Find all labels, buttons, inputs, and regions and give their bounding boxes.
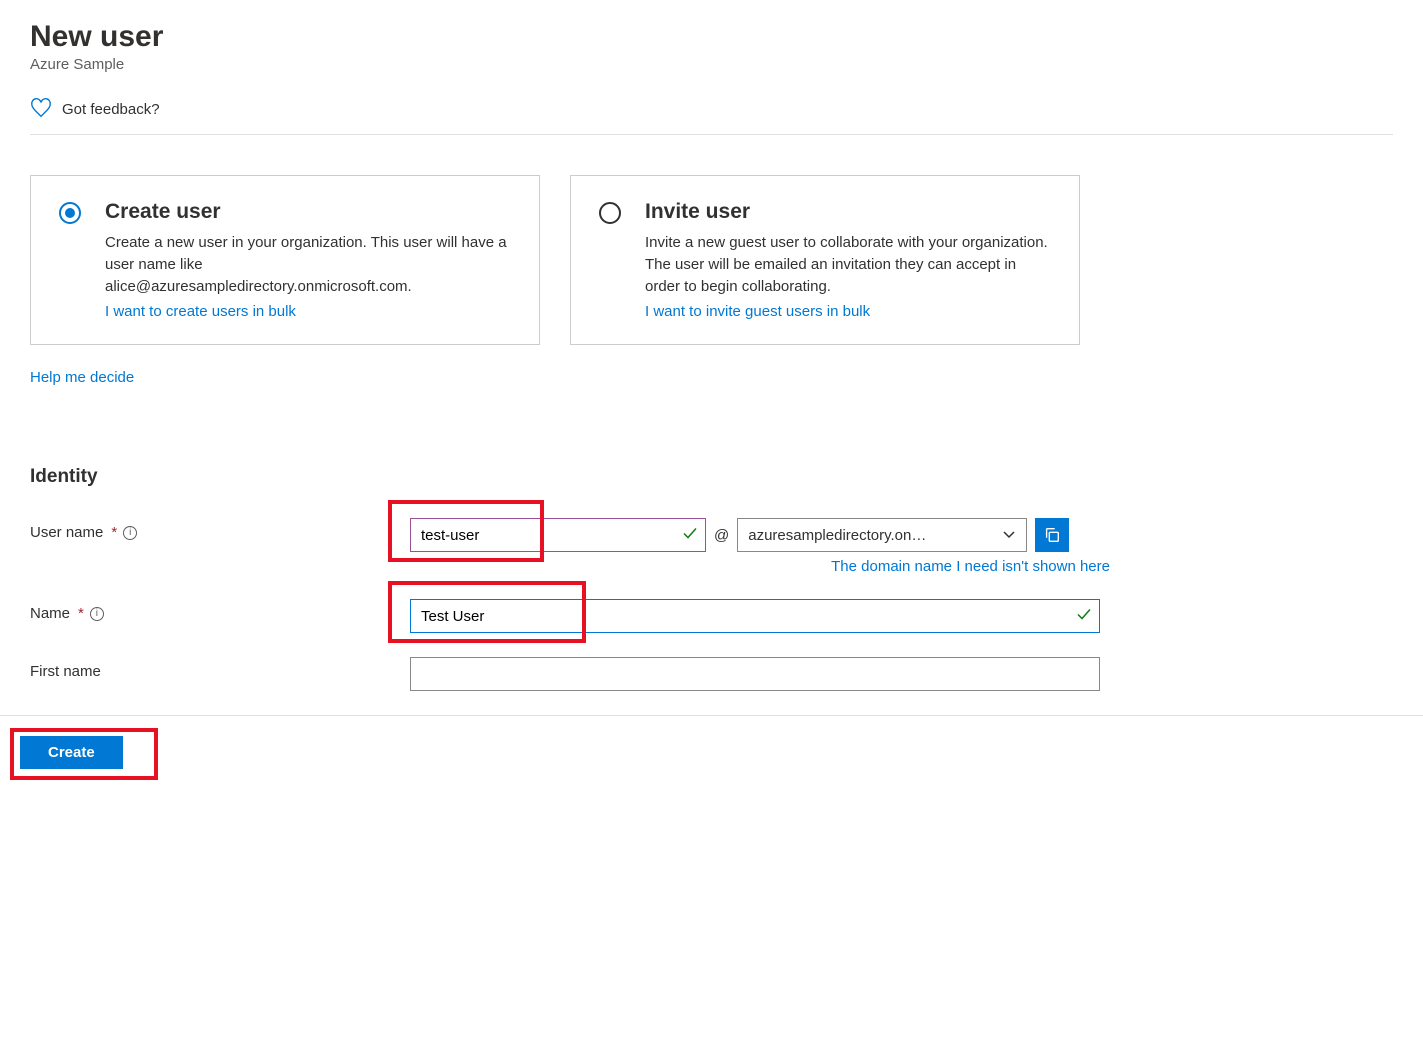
create-user-desc: Create a new user in your organization. … — [105, 232, 511, 297]
name-label: Name * i — [30, 599, 410, 622]
username-input[interactable] — [410, 518, 706, 552]
copy-icon — [1043, 526, 1061, 544]
required-icon: * — [111, 524, 117, 541]
checkmark-icon — [1076, 607, 1092, 626]
checkmark-icon — [682, 526, 698, 545]
create-user-title: Create user — [105, 200, 511, 224]
create-user-option[interactable]: Create user Create a new user in your or… — [30, 175, 540, 345]
chevron-down-icon — [1002, 527, 1016, 544]
page-subtitle: Azure Sample — [30, 56, 1393, 73]
create-bulk-link[interactable]: I want to create users in bulk — [105, 303, 296, 320]
page-title: New user — [30, 20, 1393, 54]
help-me-decide-link[interactable]: Help me decide — [30, 369, 134, 386]
at-symbol: @ — [714, 527, 729, 544]
firstname-label: First name — [30, 657, 410, 680]
invite-bulk-link[interactable]: I want to invite guest users in bulk — [645, 303, 870, 320]
feedback-link[interactable]: Got feedback? — [30, 97, 1393, 135]
radio-unselected-icon — [599, 202, 621, 224]
create-button[interactable]: Create — [20, 736, 123, 769]
name-input[interactable] — [410, 599, 1100, 633]
invite-user-desc: Invite a new guest user to collaborate w… — [645, 232, 1051, 297]
required-icon: * — [78, 605, 84, 622]
username-label: User name * i — [30, 518, 410, 541]
firstname-input[interactable] — [410, 657, 1100, 691]
feedback-text: Got feedback? — [62, 101, 160, 118]
invite-user-title: Invite user — [645, 200, 1051, 224]
info-icon[interactable]: i — [90, 607, 104, 621]
domain-not-shown-link[interactable]: The domain name I need isn't shown here — [831, 558, 1110, 575]
identity-section-title: Identity — [30, 466, 1393, 488]
info-icon[interactable]: i — [123, 526, 137, 540]
domain-dropdown[interactable]: azuresampledirectory.on… — [737, 518, 1027, 552]
invite-user-option[interactable]: Invite user Invite a new guest user to c… — [570, 175, 1080, 345]
radio-selected-icon — [59, 202, 81, 224]
copy-button[interactable] — [1035, 518, 1069, 552]
heart-icon — [30, 97, 52, 122]
